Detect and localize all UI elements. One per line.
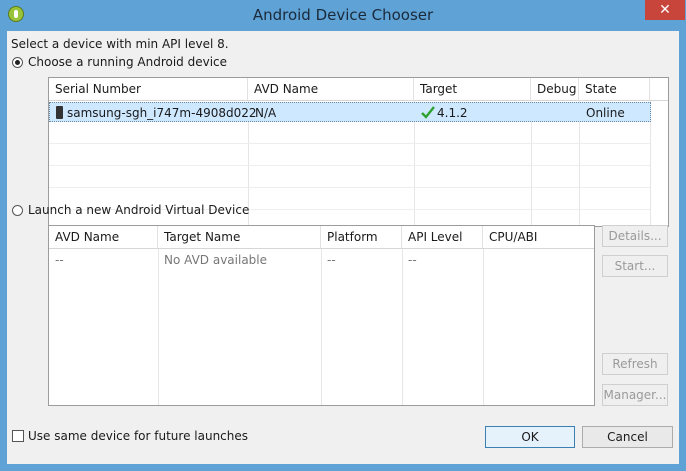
running-device-radio[interactable] (12, 57, 23, 68)
col-debug[interactable]: Debug (531, 78, 579, 100)
ok-button[interactable]: OK (485, 426, 575, 448)
start-button[interactable]: Start... (602, 255, 668, 277)
launch-avd-label[interactable]: Launch a new Android Virtual Device (28, 203, 249, 217)
device-serial: samsung-sgh_i747m-4908d022 (67, 106, 257, 120)
window-title: Android Device Chooser (252, 6, 434, 24)
col-state[interactable]: State (579, 78, 650, 100)
dialog-content: Select a device with min API level 8. Ch… (7, 31, 679, 464)
avd-cpu-cell (483, 250, 594, 270)
device-avd-name: N/A (255, 106, 277, 120)
avd-table: AVD Name Target Name Platform API Level … (48, 225, 595, 406)
avd-platform-cell: -- (327, 253, 336, 267)
min-api-label: Select a device with min API level 8. (11, 37, 229, 51)
col-avd-name[interactable]: AVD Name (49, 226, 158, 248)
same-device-label[interactable]: Use same device for future launches (28, 429, 248, 443)
col-cpu-abi[interactable]: CPU/ABI (483, 226, 594, 248)
manager-button[interactable]: Manager... (602, 384, 668, 406)
col-api-level[interactable]: API Level (402, 226, 483, 248)
launch-avd-radio[interactable] (12, 205, 23, 216)
device-debug (532, 103, 580, 123)
phone-icon (56, 106, 63, 119)
table-row[interactable]: samsung-sgh_i747m-4908d022 N/A 4.1.2 Onl… (49, 102, 651, 122)
avd-api-cell: -- (408, 253, 417, 267)
close-button[interactable]: ✕ (645, 0, 685, 20)
details-button[interactable]: Details... (602, 225, 668, 247)
col-serial-number[interactable]: Serial Number (49, 78, 248, 100)
col-target[interactable]: Target (414, 78, 531, 100)
device-state: Online (586, 106, 625, 120)
avd-target-cell: No AVD available (164, 253, 268, 267)
col-platform[interactable]: Platform (321, 226, 402, 248)
cancel-button[interactable]: Cancel (582, 426, 673, 448)
col-avd-name[interactable]: AVD Name (248, 78, 414, 100)
same-device-checkbox[interactable] (12, 430, 24, 442)
running-device-label[interactable]: Choose a running Android device (28, 55, 227, 69)
check-icon (421, 106, 435, 119)
table-row[interactable]: -- No AVD available -- -- (49, 250, 594, 270)
avd-name-cell: -- (55, 253, 64, 267)
title-bar[interactable]: Android Device Chooser ✕ (0, 0, 686, 30)
col-target-name[interactable]: Target Name (158, 226, 321, 248)
dialog-window: Android Device Chooser ✕ Select a device… (0, 0, 686, 471)
refresh-button[interactable]: Refresh (602, 353, 668, 375)
device-target: 4.1.2 (437, 106, 468, 120)
